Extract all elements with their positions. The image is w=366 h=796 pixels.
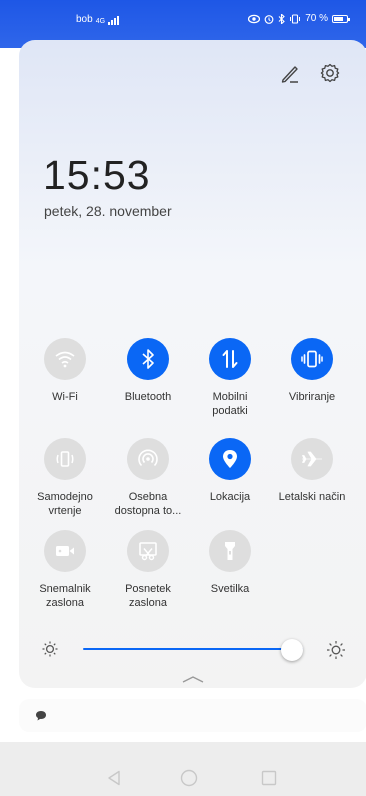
gear-icon[interactable] <box>317 60 343 86</box>
vibrate-icon <box>290 13 301 24</box>
tile-location-label: Lokacija <box>209 491 251 503</box>
brightness-high-icon <box>327 641 345 659</box>
tile-bluetooth[interactable]: Bluetooth <box>107 338 189 404</box>
clock: 15:53 <box>43 152 151 198</box>
tile-location[interactable]: Lokacija <box>189 438 271 504</box>
tile-flashlight[interactable]: Svetilka <box>189 530 271 596</box>
back-icon[interactable] <box>107 770 121 786</box>
tile-screen-recorder-label: Snemalnik zaslona <box>39 583 91 609</box>
tile-vibrate-label: Vibriranje <box>288 391 336 403</box>
auto-rotate-icon <box>56 451 74 467</box>
navigation-bar <box>0 742 366 796</box>
tile-airplane[interactable]: Letalski način <box>271 438 353 504</box>
tile-screenshot-label: Posnetek zaslona <box>125 583 171 609</box>
tile-bluetooth-label: Bluetooth <box>124 391 172 403</box>
tile-auto-rotate-button[interactable] <box>44 438 86 480</box>
tile-airplane-label: Letalski način <box>278 491 346 503</box>
screen-recorder-icon <box>56 546 74 556</box>
tile-vibrate-button[interactable] <box>291 338 333 380</box>
tile-screenshot-button[interactable] <box>127 530 169 572</box>
tile-wifi[interactable]: Wi-Fi <box>24 338 106 404</box>
flashlight-icon <box>225 542 235 560</box>
home-icon[interactable] <box>180 769 198 787</box>
tile-flashlight-label: Svetilka <box>210 583 250 595</box>
battery-icon <box>332 14 350 23</box>
tile-screenshot[interactable]: Posnetek zaslona <box>107 530 189 610</box>
hotspot-icon <box>138 449 158 467</box>
network-type: 4G <box>95 18 106 25</box>
brightness-low-icon <box>42 641 58 657</box>
tile-wifi-label: Wi-Fi <box>52 391 78 403</box>
tile-airplane-button[interactable] <box>291 438 333 480</box>
wifi-icon <box>55 351 75 368</box>
brightness-control <box>19 636 366 662</box>
alarm-icon <box>264 14 274 24</box>
tile-screen-recorder-button[interactable] <box>44 530 86 572</box>
message-bubble-icon <box>36 711 46 721</box>
tile-mobile-data[interactable]: Mobilni podatki <box>189 338 271 418</box>
tile-mobile-data-button[interactable] <box>209 338 251 380</box>
tile-auto-rotate-label: Samodejno vrtenje <box>37 491 93 517</box>
screenshot-icon <box>139 542 157 561</box>
edit-icon[interactable] <box>277 60 303 86</box>
status-bar-left: bob 4G <box>76 14 120 25</box>
brightness-slider-thumb[interactable] <box>281 639 303 661</box>
mobile-data-icon <box>222 350 238 368</box>
tile-hotspot-label: Osebna dostopna to... <box>114 491 182 517</box>
eye-icon <box>248 14 261 23</box>
quick-settings-panel: 15:53 petek, 28. november Wi-Fi Bluetoot… <box>19 40 366 688</box>
tile-flashlight-button[interactable] <box>209 530 251 572</box>
airplane-icon <box>302 451 322 467</box>
carrier-name: bob <box>76 14 93 25</box>
bluetooth-icon <box>278 13 286 24</box>
vibrate-icon <box>301 350 323 368</box>
tile-bluetooth-button[interactable] <box>127 338 169 380</box>
battery-percent: 70 % <box>305 13 328 24</box>
tile-hotspot-button[interactable] <box>127 438 169 480</box>
tile-hotspot[interactable]: Osebna dostopna to... <box>107 438 189 518</box>
tile-vibrate[interactable]: Vibriranje <box>271 338 353 404</box>
tile-auto-rotate[interactable]: Samodejno vrtenje <box>24 438 106 518</box>
signal-icon <box>108 15 120 25</box>
brightness-slider-track[interactable] <box>83 648 303 650</box>
panel-collapse-handle[interactable] <box>182 675 204 683</box>
recent-apps-icon[interactable] <box>261 770 277 786</box>
location-icon <box>223 450 237 468</box>
tile-location-button[interactable] <box>209 438 251 480</box>
notification-card[interactable] <box>19 699 366 732</box>
status-bar-right: 70 % <box>248 13 350 24</box>
tile-wifi-button[interactable] <box>44 338 86 380</box>
date-label: petek, 28. november <box>44 203 172 219</box>
bluetooth-icon <box>142 349 154 369</box>
tile-mobile-data-label: Mobilni podatki <box>212 391 248 417</box>
tile-screen-recorder[interactable]: Snemalnik zaslona <box>24 530 106 610</box>
